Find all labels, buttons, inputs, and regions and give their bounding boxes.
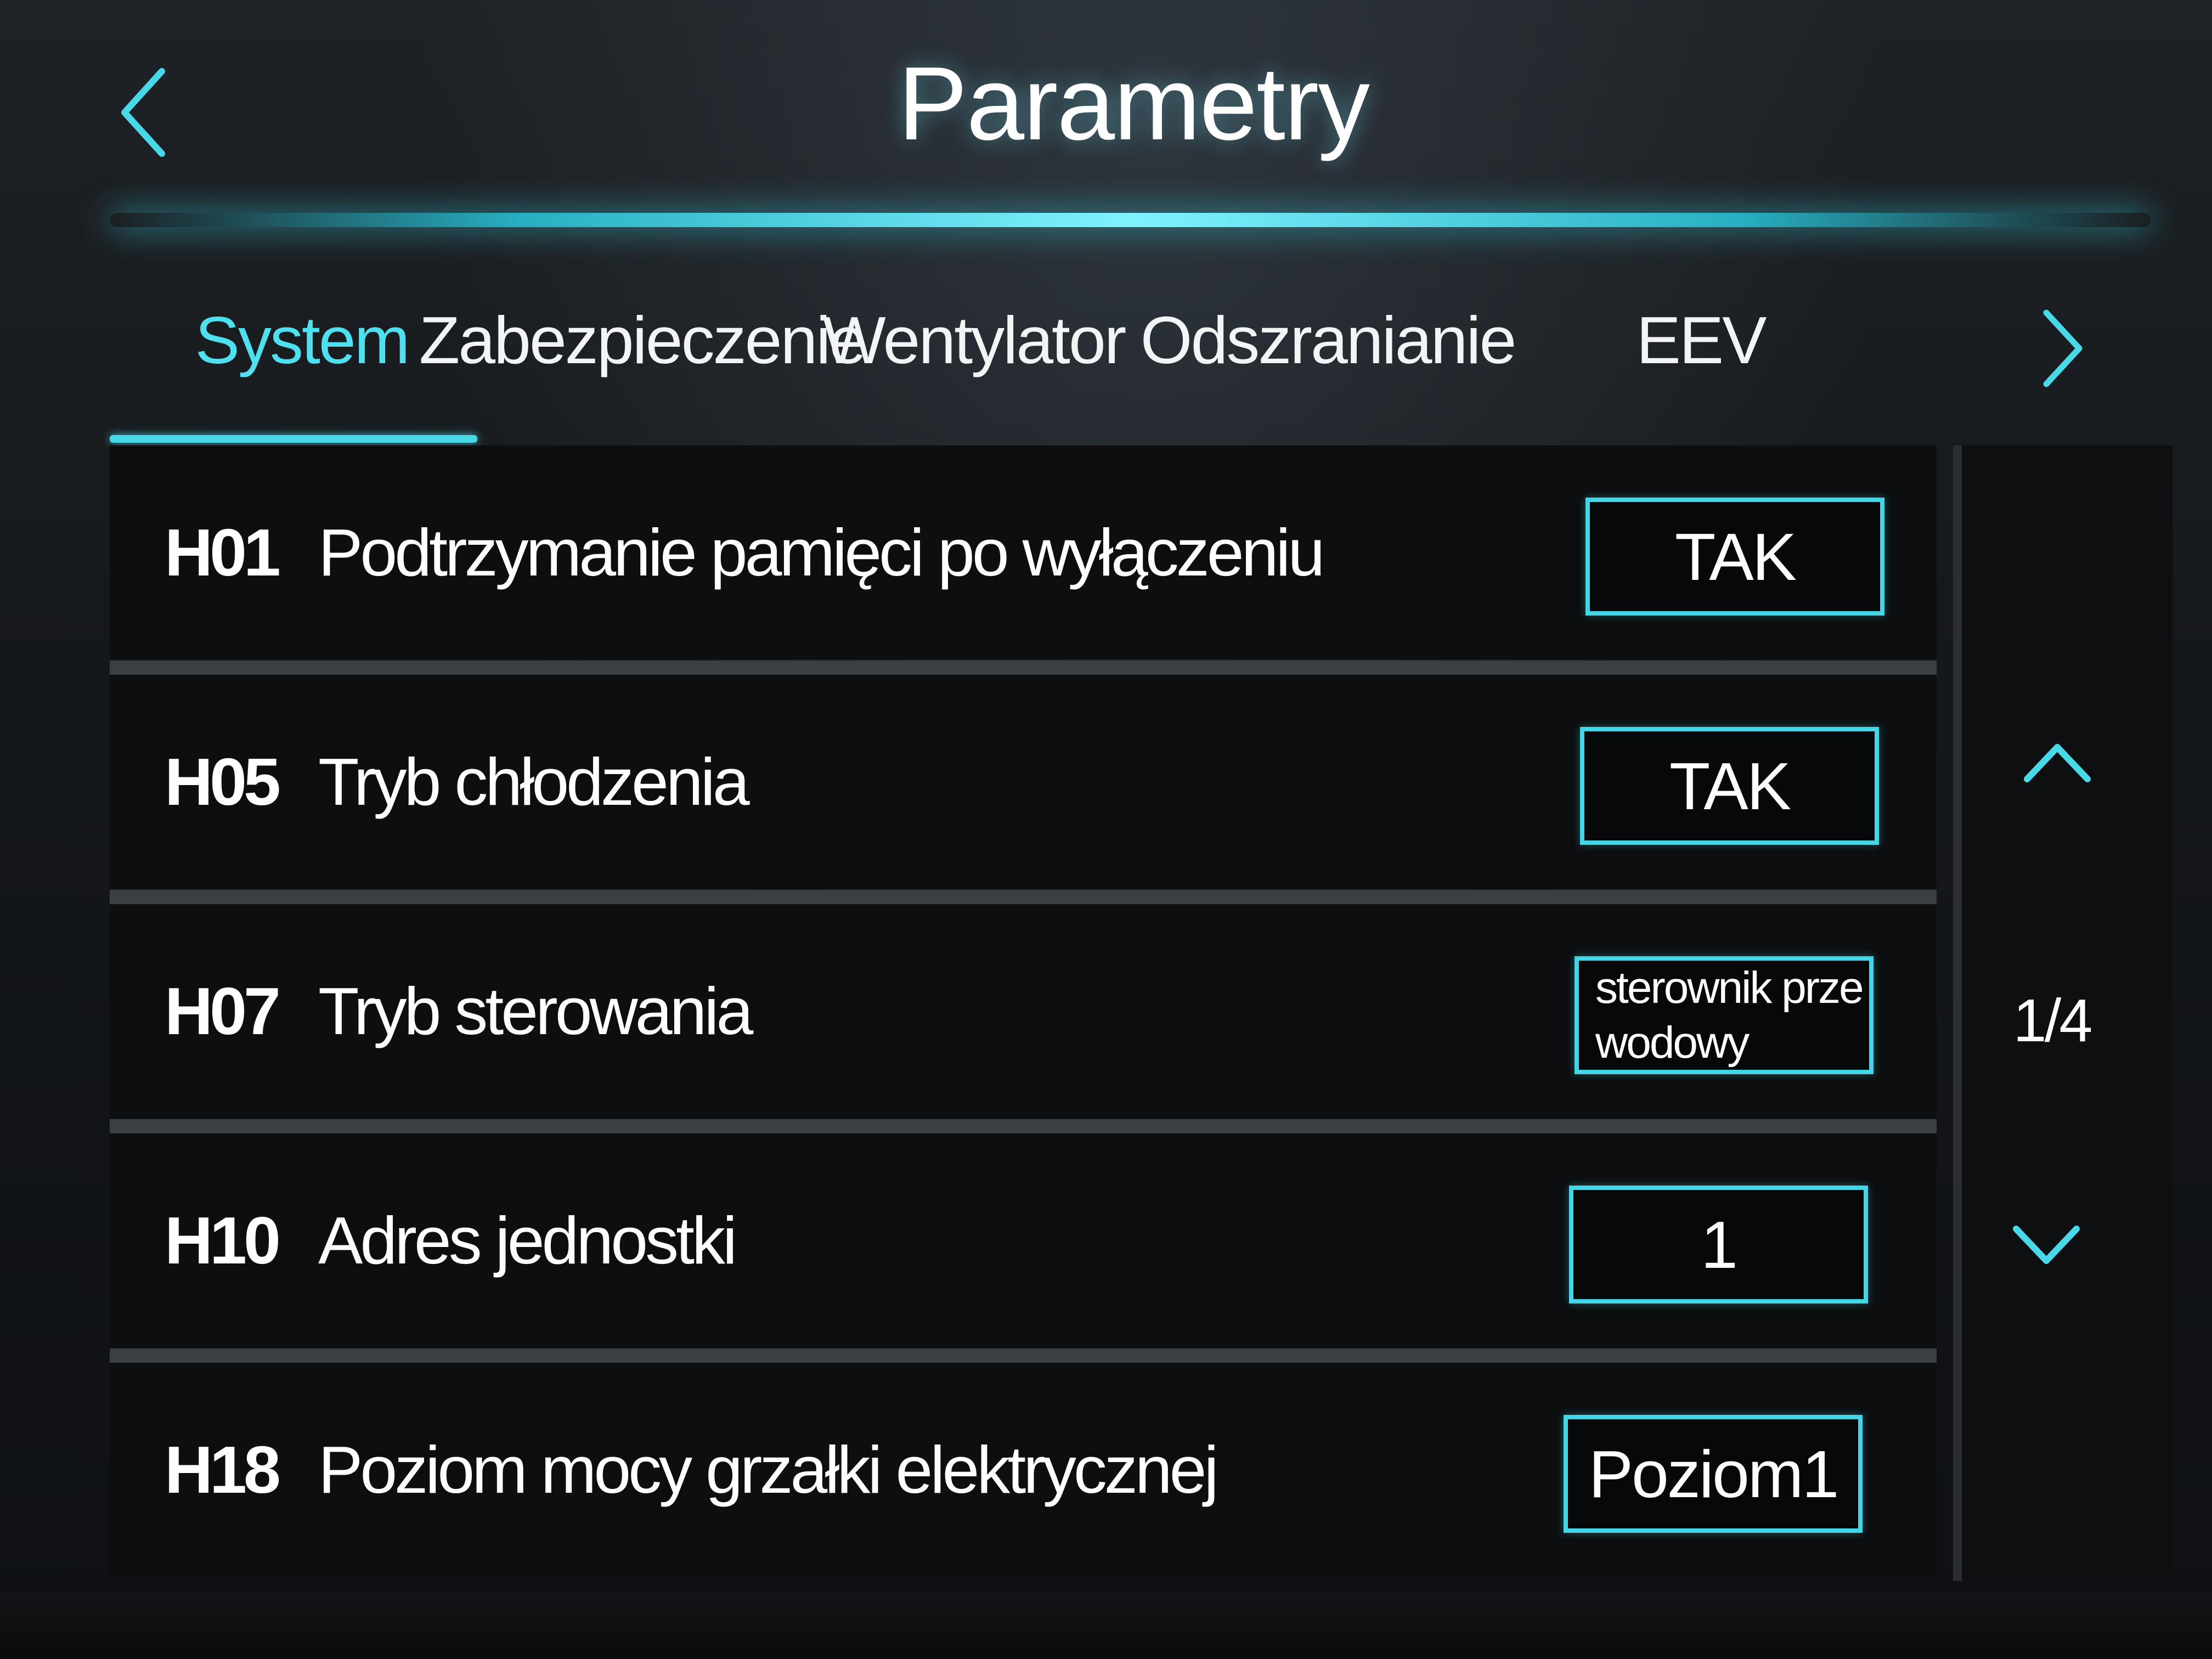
page-down-button[interactable] — [1997, 1196, 2096, 1295]
parameter-label: Podtrzymanie pamięci po wyłączeniu — [318, 515, 1325, 590]
parameter-label: Tryb sterowania — [318, 974, 753, 1048]
page-title: Parametry — [898, 46, 1370, 162]
parameter-value-line: sterownik prze — [1595, 962, 1864, 1013]
parameter-row-h05: H05 Tryb chłodzenia TAK — [110, 675, 1937, 889]
parameter-value-button[interactable]: TAK — [1580, 727, 1879, 845]
parameter-code: H05 — [165, 744, 281, 819]
title-underline-glow — [110, 213, 2151, 227]
tab-eev[interactable]: EEV — [1636, 296, 1767, 384]
row-divider — [110, 1119, 1937, 1133]
parameter-code: H07 — [165, 974, 281, 1048]
parameter-label: Adres jednostki — [318, 1203, 737, 1278]
chevron-up-icon — [2024, 744, 2091, 782]
chevron-down-icon — [2013, 1226, 2080, 1264]
tab-bar: System Zabezpieczenie Wentylator Odszran… — [110, 274, 2019, 439]
parameter-value-button[interactable]: 1 — [1569, 1186, 1868, 1304]
page-up-button[interactable] — [2008, 713, 2107, 812]
row-divider — [110, 661, 1937, 675]
parameter-code: H10 — [165, 1203, 281, 1278]
parameter-row-h10: H10 Adres jednostki 1 — [110, 1133, 1937, 1347]
parameter-label: Tryb chłodzenia — [318, 744, 750, 819]
parameter-row-h18: H18 Poziom mocy grzałki elektrycznej Poz… — [110, 1363, 1937, 1577]
parameter-value-line: wodowy — [1595, 1017, 1750, 1068]
tab-system[interactable]: System — [154, 296, 450, 384]
parameter-list: H01 Podtrzymanie pamięci po wyłączeniu T… — [110, 445, 1937, 1592]
row-divider — [110, 1348, 1937, 1363]
parameter-label: Poziom mocy grzałki elektrycznej — [318, 1432, 1219, 1507]
chevron-right-icon — [2043, 309, 2083, 387]
screen: Parametry System Zabezpieczenie Wentylat… — [0, 0, 2212, 1659]
parameter-code: H18 — [165, 1432, 281, 1507]
tab-odszranianie[interactable]: Odszranianie — [1141, 296, 1517, 384]
page-indicator: 1/4 — [2013, 986, 2093, 1054]
screen-bottom-bezel — [0, 1591, 2212, 1659]
tabs-next-button[interactable] — [2030, 299, 2096, 398]
tab-wentylator[interactable]: Wentylator — [823, 296, 1127, 384]
row-divider — [110, 890, 1937, 904]
parameter-code: H01 — [165, 515, 281, 590]
tab-zabezpieczenie[interactable]: Zabezpieczenie — [419, 296, 867, 384]
active-tab-indicator — [110, 435, 477, 443]
parameter-row-h07: H07 Tryb sterowania sterownik prze wodow… — [110, 904, 1937, 1118]
parameter-value-button[interactable]: TAK — [1585, 498, 1884, 616]
parameter-row-h01: H01 Podtrzymanie pamięci po wyłączeniu T… — [110, 445, 1937, 659]
parameter-value-button[interactable]: sterownik prze wodowy — [1575, 956, 1874, 1074]
parameter-value-button[interactable]: Poziom1 — [1564, 1415, 1863, 1533]
